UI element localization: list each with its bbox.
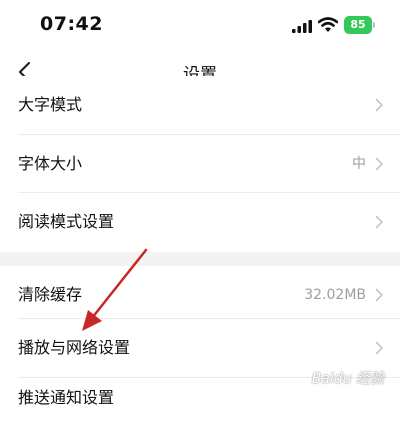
watermark: Baidu 经验 — [311, 371, 384, 387]
settings-row-reading-mode[interactable]: 阅读模式设置 — [0, 193, 400, 251]
chevron-right-icon — [375, 288, 384, 302]
battery-indicator: 85 — [344, 16, 372, 34]
status-bar: 07:42 85 — [0, 0, 400, 52]
chevron-right-icon — [375, 341, 384, 355]
settings-row-large-font-mode[interactable]: 大字模式 — [0, 76, 400, 134]
chevron-right-icon — [375, 98, 384, 112]
settings-row-label: 大字模式 — [18, 95, 83, 114]
font-size-value: 中 — [352, 156, 366, 172]
settings-row-label: 清除缓存 — [18, 285, 83, 304]
cache-size-value: 32.02MB — [304, 287, 366, 303]
section-gap — [0, 252, 400, 266]
status-time: 07:42 — [40, 13, 103, 35]
cellular-signal-icon — [292, 20, 312, 33]
settings-row-label: 字体大小 — [18, 154, 83, 173]
chevron-right-icon — [375, 157, 384, 171]
settings-row-clear-cache[interactable]: 清除缓存 32.02MB — [0, 266, 400, 324]
battery-cap — [373, 22, 375, 28]
settings-row-label: 推送通知设置 — [18, 388, 115, 407]
settings-row-font-size[interactable]: 字体大小 中 — [0, 135, 400, 193]
wifi-icon — [318, 17, 338, 32]
chevron-right-icon — [375, 215, 384, 229]
settings-row-label: 阅读模式设置 — [18, 212, 115, 231]
settings-row-label: 播放与网络设置 — [18, 338, 131, 357]
